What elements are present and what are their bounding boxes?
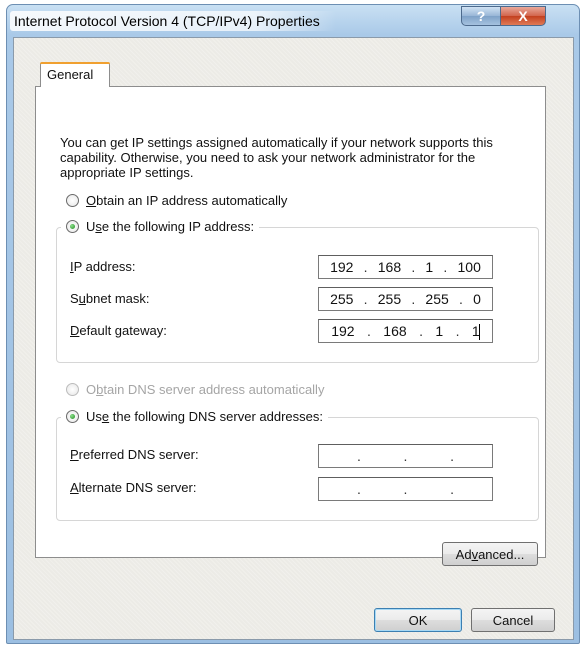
use-following-dns-radio[interactable] [66, 410, 79, 423]
obtain-dns-auto-option[interactable]: Obtain DNS server address automatically [66, 382, 324, 397]
mask-octet-4[interactable]: 0 [473, 291, 481, 307]
ip-octet-2[interactable]: 168 [378, 259, 401, 275]
mask-octet-2[interactable]: 255 [378, 291, 401, 307]
properties-dialog: Internet Protocol Version 4 (TCP/IPv4) P… [6, 4, 580, 644]
use-following-dns-label: Use the following DNS server addresses: [86, 409, 323, 424]
gateway-octet-2[interactable]: 168 [383, 323, 406, 339]
advanced-button-label: Advanced... [455, 546, 525, 562]
title-bar[interactable]: Internet Protocol Version 4 (TCP/IPv4) P… [7, 5, 579, 37]
general-tab-panel: You can get IP settings assigned automat… [35, 86, 546, 566]
obtain-ip-auto-label: Obtain an IP address automatically [86, 193, 288, 208]
obtain-ip-auto-radio[interactable] [66, 194, 79, 207]
intro-text: You can get IP settings assigned automat… [60, 135, 493, 180]
gateway-octet-1[interactable]: 192 [331, 323, 354, 339]
use-following-dns-option[interactable]: Use the following DNS server addresses: [61, 409, 328, 424]
ok-button[interactable]: OK [374, 608, 462, 632]
preferred-dns-input[interactable]: . . . [318, 444, 493, 468]
obtain-dns-auto-label: Obtain DNS server address automatically [86, 382, 325, 397]
text-caret [479, 324, 480, 340]
use-following-ip-radio[interactable] [66, 220, 79, 233]
default-gateway-input[interactable]: 192. 168. 1. 1 [318, 319, 493, 343]
ip-octet-1[interactable]: 192 [330, 259, 353, 275]
advanced-button[interactable]: Advanced... [442, 542, 538, 566]
dialog-title: Internet Protocol Version 4 (TCP/IPv4) P… [10, 11, 336, 31]
help-button[interactable]: ? [461, 6, 501, 26]
mask-octet-3[interactable]: 255 [425, 291, 448, 307]
preferred-dns-label: Preferred DNS server: [70, 447, 199, 462]
ip-address-label: IP address: [70, 259, 136, 274]
ip-octet-4[interactable]: 100 [458, 259, 481, 275]
alternate-dns-label: Alternate DNS server: [70, 480, 197, 495]
use-following-ip-label: Use the following IP address: [86, 219, 255, 234]
gateway-octet-3[interactable]: 1 [435, 323, 443, 339]
obtain-ip-auto-option[interactable]: Obtain an IP address automatically [66, 193, 287, 208]
mask-octet-1[interactable]: 255 [330, 291, 353, 307]
alternate-dns-input[interactable]: . . . [318, 477, 493, 501]
subnet-mask-label: Subnet mask: [70, 291, 150, 306]
dns-server-group [56, 417, 539, 521]
ip-address-input[interactable]: 192. 168. 1. 100 [318, 255, 493, 279]
question-mark-icon: ? [476, 8, 486, 24]
use-following-ip-option[interactable]: Use the following IP address: [61, 219, 260, 234]
obtain-dns-auto-radio[interactable] [66, 383, 79, 396]
close-icon: X [518, 8, 528, 24]
subnet-mask-input[interactable]: 255. 255. 255. 0 [318, 287, 493, 311]
cancel-button[interactable]: Cancel [471, 608, 555, 632]
tab-general[interactable]: General [40, 62, 110, 87]
default-gateway-label: Default gateway: [70, 323, 167, 338]
close-button[interactable]: X [500, 6, 546, 26]
ip-octet-3[interactable]: 1 [425, 259, 433, 275]
dialog-client-area: General You can get IP settings assigned… [13, 37, 574, 640]
